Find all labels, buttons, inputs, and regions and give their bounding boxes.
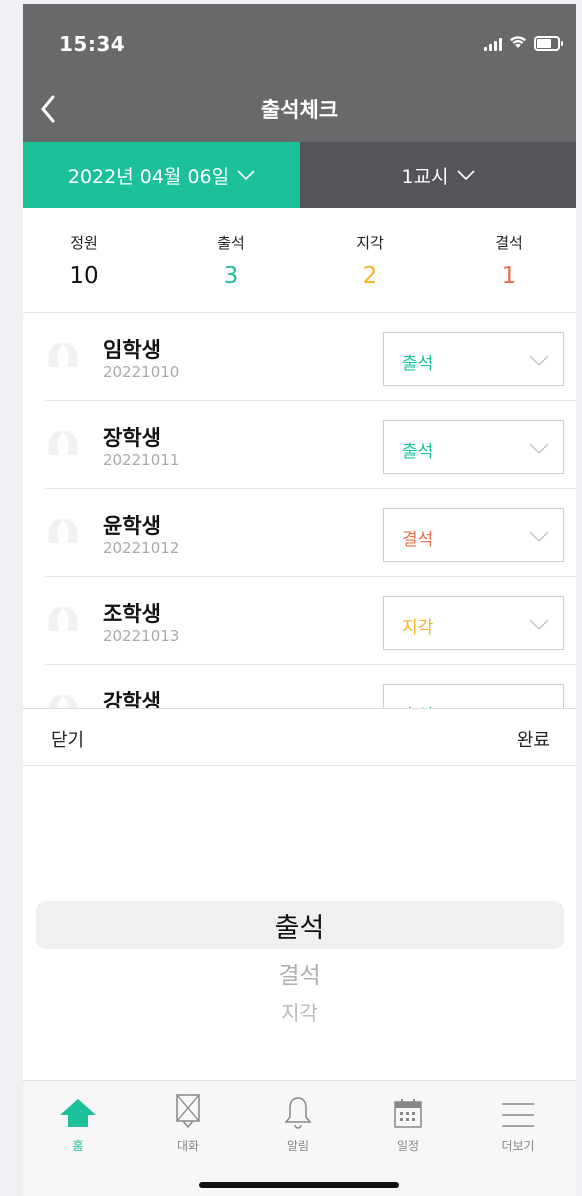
bell-icon	[284, 1097, 312, 1129]
student-id: 20221012	[103, 539, 180, 557]
capacity-value: 10	[69, 263, 99, 289]
attendance-status-select[interactable]: 출석	[383, 420, 564, 474]
tab-schedule[interactable]: 일정	[353, 1093, 463, 1154]
avatar-placeholder-icon	[45, 604, 81, 634]
period-label: 1교시	[401, 165, 449, 188]
menu-icon	[502, 1103, 534, 1127]
attendance-status-select[interactable]: 출석	[383, 332, 564, 386]
tab-label: 알림	[286, 1139, 310, 1153]
attendance-summary: 정원 10 출석 3 지각 2 결석 1	[23, 208, 576, 313]
tab-chat[interactable]: 대화	[133, 1093, 243, 1154]
avatar-placeholder-icon	[45, 692, 81, 708]
chevron-down-icon	[456, 170, 475, 180]
page-title: 출석체크	[260, 98, 339, 122]
student-name: 강학생	[103, 690, 161, 708]
summary-capacity: 정원 10	[34, 232, 134, 289]
close-button[interactable]: 닫기	[51, 726, 84, 752]
chat-icon	[176, 1094, 200, 1129]
date-label: 2022년 04월 06일	[67, 165, 230, 188]
bottom-tab-bar: 홈 대화 알림 일정 더보기	[23, 1080, 576, 1196]
tab-label: 일정	[396, 1139, 420, 1153]
summary-late: 지각 2	[320, 232, 420, 289]
chevron-down-icon	[529, 531, 549, 542]
status-value: 출석	[402, 354, 434, 374]
avatar-placeholder-icon	[45, 516, 81, 546]
selector-bar: 2022년 04월 06일 1교시	[23, 142, 576, 208]
student-id: 20221013	[103, 627, 180, 645]
late-label: 지각	[356, 234, 384, 252]
calendar-icon	[394, 1099, 422, 1128]
home-indicator	[199, 1182, 399, 1188]
attendance-status-select[interactable]: 지각	[383, 596, 564, 650]
status-value: 출석	[402, 442, 434, 462]
student-name: 장학생	[103, 426, 161, 450]
picker-option-selected[interactable]: 출석	[23, 906, 576, 945]
tab-notifications[interactable]: 알림	[243, 1093, 353, 1154]
status-time: 15:34	[59, 32, 126, 56]
absent-value: 1	[501, 263, 517, 289]
avatar-placeholder-icon	[45, 428, 81, 458]
phone-screen: 15:34 출석체크 2022년 04월 06일 1교시 정원 10 출석 3 …	[23, 4, 576, 1196]
list-item: 조학생 20221013 지각	[45, 576, 576, 665]
present-label: 출석	[217, 234, 245, 252]
tab-home[interactable]: 홈	[23, 1093, 133, 1154]
summary-present: 출석 3	[181, 232, 281, 289]
list-item: 윤학생 20221012 결석	[45, 488, 576, 577]
student-id: 20221010	[103, 363, 180, 381]
picker-option[interactable]: 결석	[23, 956, 576, 990]
status-icons	[484, 34, 563, 53]
student-name: 임학생	[103, 338, 161, 362]
status-picker-sheet: 닫기 완료 출석 결석 지각	[23, 708, 576, 1080]
present-value: 3	[223, 263, 239, 289]
chevron-down-icon	[529, 355, 549, 366]
status-value: 결석	[402, 530, 434, 550]
date-selector[interactable]: 2022년 04월 06일	[23, 142, 300, 208]
period-selector[interactable]: 1교시	[300, 142, 576, 208]
tab-label: 더보기	[501, 1139, 535, 1153]
summary-absent: 결석 1	[459, 232, 559, 289]
wifi-icon	[509, 34, 527, 53]
battery-icon	[534, 36, 563, 51]
done-button[interactable]: 완료	[517, 726, 550, 752]
status-value: 지각	[402, 618, 434, 638]
picker-option[interactable]: 지각	[23, 997, 576, 1026]
attendance-status-select[interactable]: 출석	[383, 684, 564, 708]
top-bar: 15:34 출석체크	[23, 4, 576, 142]
tab-more[interactable]: 더보기	[463, 1093, 573, 1154]
student-name: 윤학생	[103, 514, 161, 538]
attendance-status-select[interactable]: 결석	[383, 508, 564, 562]
status-value: 출석	[402, 701, 433, 708]
chevron-down-icon	[529, 443, 549, 454]
home-icon	[60, 1099, 96, 1127]
list-item: 장학생 20221011 출석	[45, 400, 576, 489]
picker-toolbar: 닫기 완료	[23, 708, 576, 766]
tab-label: 홈	[72, 1139, 84, 1153]
student-id: 20221011	[103, 451, 180, 469]
chevron-down-icon	[529, 619, 549, 630]
capacity-label: 정원	[70, 234, 98, 252]
chevron-down-icon	[237, 170, 255, 180]
list-item: 임학생 20221010 출석	[45, 312, 576, 401]
tab-label: 대화	[176, 1139, 200, 1153]
student-name: 조학생	[103, 602, 161, 626]
late-value: 2	[362, 263, 378, 289]
avatar-placeholder-icon	[45, 340, 81, 370]
absent-label: 결석	[495, 234, 523, 252]
cellular-signal-icon	[484, 37, 502, 51]
student-list: 임학생 20221010 출석 장학생 20221011 출석 윤학생 2022	[23, 312, 576, 708]
list-item: 강학생 출석	[45, 664, 576, 708]
